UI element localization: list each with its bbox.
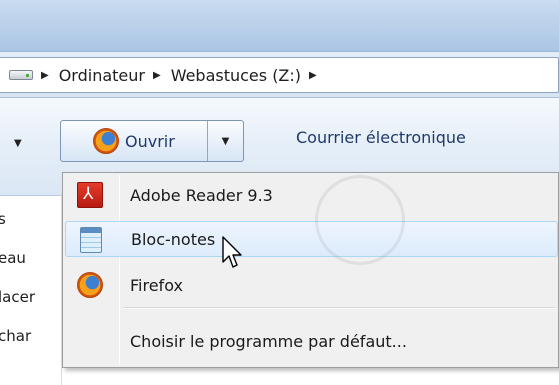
menu-item-label: Adobe Reader 9.3 bbox=[130, 185, 273, 205]
firefox-icon bbox=[93, 128, 119, 154]
nav-item[interactable]: s bbox=[0, 210, 6, 228]
open-with-dropdown-arrow-icon[interactable]: ▼ bbox=[208, 121, 243, 161]
notepad-icon bbox=[80, 227, 102, 253]
open-button-main[interactable]: Ouvrir bbox=[61, 121, 207, 161]
open-with-menu: Adobe Reader 9.3 Bloc-notes Firefox Choi… bbox=[62, 172, 559, 368]
breadcrumb-webastuces[interactable]: Webastuces (Z:) bbox=[171, 66, 301, 85]
drive-icon bbox=[9, 70, 33, 80]
watermark-ring bbox=[315, 175, 405, 265]
breadcrumb-ordinateur[interactable]: Ordinateur bbox=[59, 66, 145, 85]
menu-separator bbox=[123, 307, 555, 309]
menu-item-label: Firefox bbox=[130, 275, 183, 295]
adobe-reader-icon bbox=[77, 182, 103, 208]
open-button[interactable]: Ouvrir ▼ bbox=[60, 120, 244, 162]
firefox-icon bbox=[77, 272, 103, 298]
menu-item-firefox[interactable]: Firefox bbox=[65, 267, 558, 303]
organize-dropdown-arrow-icon[interactable]: ▼ bbox=[14, 138, 22, 149]
breadcrumb-arrow-icon[interactable]: ▶ bbox=[41, 70, 49, 81]
menu-item-label: Choisir le programme par défaut... bbox=[130, 331, 407, 351]
navigation-pane: s eau lacer char bbox=[0, 196, 62, 385]
window-titlebar bbox=[0, 0, 559, 52]
nav-item[interactable]: lacer bbox=[0, 288, 35, 306]
nav-item[interactable]: eau bbox=[0, 249, 26, 267]
address-field[interactable]: ▶ Ordinateur ▶ Webastuces (Z:) ▶ bbox=[0, 57, 559, 93]
nav-item[interactable]: char bbox=[0, 327, 31, 345]
menu-item-bloc-notes[interactable]: Bloc-notes bbox=[65, 221, 558, 257]
menu-item-choose-default[interactable]: Choisir le programme par défaut... bbox=[65, 323, 558, 359]
menu-item-label: Bloc-notes bbox=[131, 229, 216, 249]
breadcrumb-arrow-icon[interactable]: ▶ bbox=[309, 70, 317, 81]
mouse-pointer-icon bbox=[222, 236, 242, 268]
address-bar-area: ▶ Ordinateur ▶ Webastuces (Z:) ▶ bbox=[0, 52, 559, 98]
email-button[interactable]: Courrier électronique bbox=[296, 128, 466, 147]
menu-item-adobe-reader[interactable]: Adobe Reader 9.3 bbox=[65, 177, 558, 213]
open-button-label: Ouvrir bbox=[125, 131, 175, 151]
breadcrumb-arrow-icon[interactable]: ▶ bbox=[153, 70, 161, 81]
